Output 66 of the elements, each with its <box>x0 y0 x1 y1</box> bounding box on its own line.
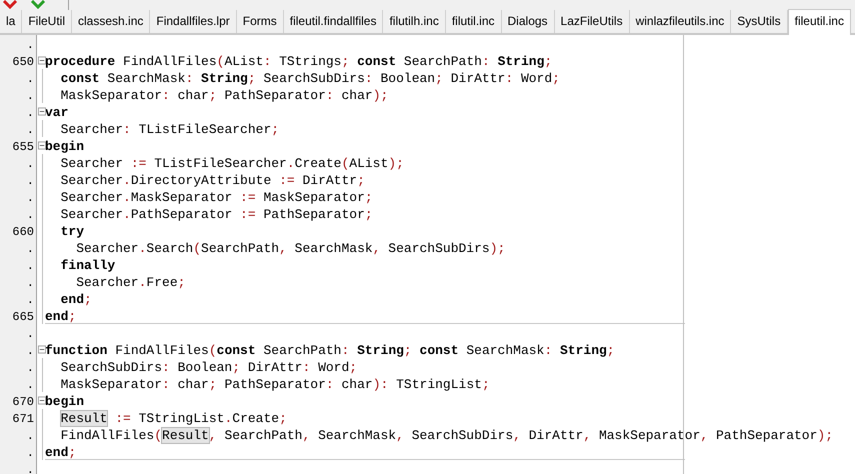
line-number: . <box>26 293 34 307</box>
code-line: Searcher.Search(SearchPath, SearchMask, SearchSubDirs); <box>75 241 506 257</box>
code-line: MaskSeparator: char; PathSeparator: char); <box>60 88 388 104</box>
file-tab[interactable]: fileutil.inc <box>788 9 851 35</box>
code-line: try <box>60 224 84 240</box>
fold-toggle-icon[interactable] <box>38 141 46 150</box>
line-number: . <box>26 361 34 375</box>
line-number: . <box>26 191 34 205</box>
line-number: . <box>26 106 34 120</box>
code-line: procedure FindAllFiles(AList: TStrings; const SearchPath: String; <box>45 54 552 70</box>
code-line: Searcher.Free; <box>75 275 186 291</box>
line-number: . <box>26 276 34 290</box>
line-number: . <box>26 174 34 188</box>
line-number: . <box>26 208 34 222</box>
line-number: 671 <box>12 412 34 426</box>
code-line: finally <box>60 258 116 274</box>
code-line: begin <box>45 139 84 155</box>
fold-toggle-icon[interactable] <box>38 107 46 116</box>
file-tab[interactable]: la <box>0 10 22 33</box>
code-line: Searcher.DirectoryAttribute := DirAttr; <box>60 173 365 189</box>
file-tab[interactable]: FileUtil <box>22 10 72 33</box>
file-tab[interactable]: fileutil.findallfiles <box>284 10 384 33</box>
file-tab[interactable]: filutil.inc <box>446 10 502 33</box>
line-number: . <box>26 429 34 443</box>
code-line: function FindAllFiles(const SearchPath: String; const SearchMask: String; <box>45 343 615 359</box>
line-number: 660 <box>12 225 34 239</box>
code-line: var <box>45 105 68 121</box>
code-line: begin <box>45 394 84 410</box>
file-tab[interactable]: LazFileUtils <box>554 10 630 33</box>
line-number: 655 <box>12 140 34 154</box>
file-tab[interactable]: filutilh.inc <box>383 10 446 33</box>
line-number: . <box>26 242 34 256</box>
line-number: . <box>26 446 34 460</box>
code-line: end; <box>45 309 76 325</box>
line-number: . <box>26 327 34 341</box>
file-tab[interactable]: classesh.inc <box>72 10 150 33</box>
line-number: . <box>26 38 34 52</box>
line-number: . <box>26 378 34 392</box>
fold-toggle-icon[interactable] <box>38 396 46 405</box>
line-number: . <box>26 157 34 171</box>
file-tab[interactable]: Dialogs <box>502 10 555 33</box>
file-tab[interactable]: Findallfiles.lpr <box>150 10 237 33</box>
code-line: Result := TStringList.Create; <box>60 411 287 427</box>
line-number: 650 <box>12 55 34 69</box>
line-number: 665 <box>12 310 34 324</box>
code-line: const SearchMask: String; SearchSubDirs: Boolean; DirAttr: Word; <box>60 71 560 87</box>
code-line: end; <box>45 445 76 461</box>
line-number: . <box>26 89 34 103</box>
line-number: . <box>26 259 34 273</box>
line-number: . <box>26 123 34 137</box>
code-line: Searcher: TListFileSearcher; <box>60 122 280 138</box>
code-line: MaskSeparator: char; PathSeparator: char): TStringList; <box>60 377 490 393</box>
file-tab[interactable]: Forms <box>236 10 284 33</box>
code-line: Searcher.PathSeparator := PathSeparator; <box>60 207 373 223</box>
code-line: SearchSubDirs: Boolean; DirAttr: Word; <box>60 360 358 376</box>
line-number: 670 <box>12 395 34 409</box>
fold-toggle-icon[interactable] <box>38 345 46 354</box>
file-tab[interactable]: winlazfileutils.inc <box>630 10 732 33</box>
code-line: Searcher := TListFileSearcher.Create(AList); <box>60 156 404 172</box>
code-line: end; <box>60 292 92 308</box>
line-number: . <box>26 344 34 358</box>
line-number: . <box>26 72 34 86</box>
code-line: Searcher.MaskSeparator := MaskSeparator; <box>60 190 373 206</box>
line-number: . <box>26 463 34 474</box>
fold-toggle-icon[interactable] <box>38 56 46 65</box>
code-line: FindAllFiles(Result, SearchPath, SearchMask, SearchSubDirs, DirAttr, MaskSeparator, PathSeparator); <box>60 428 834 444</box>
